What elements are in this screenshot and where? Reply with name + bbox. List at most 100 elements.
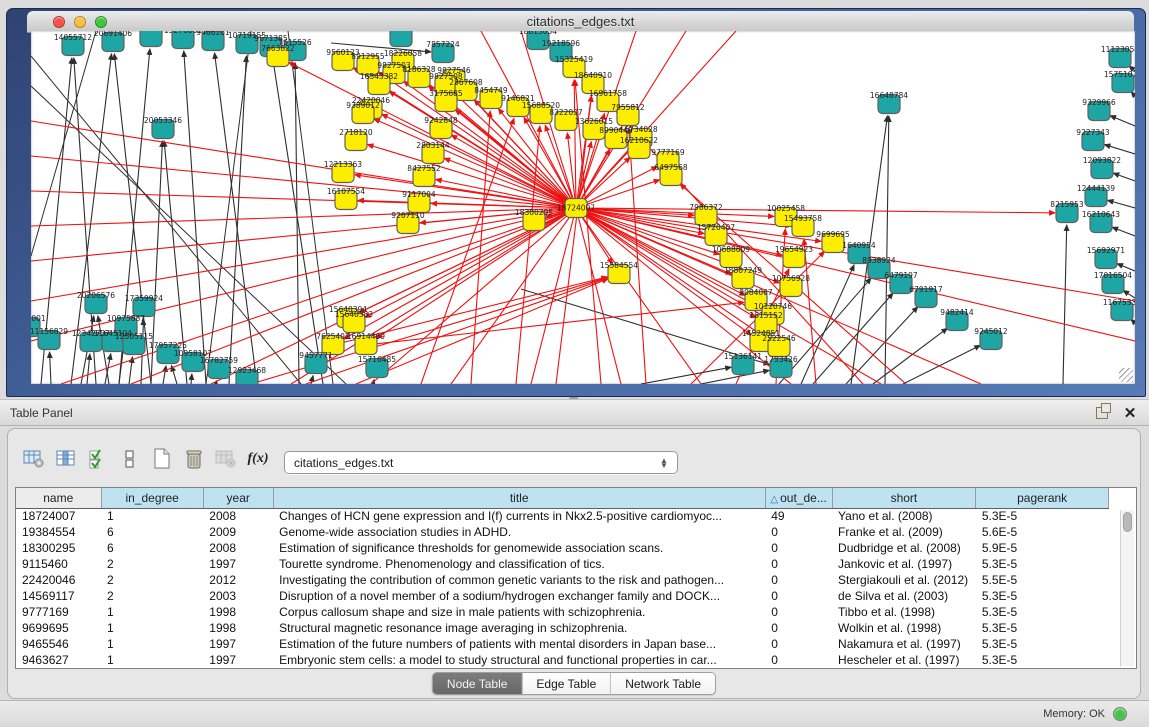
delete-table-icon[interactable] <box>179 445 209 473</box>
graph-edge[interactable] <box>229 56 246 384</box>
status-bar: Memory: OK <box>0 700 1149 727</box>
cell-name: 9115460 <box>16 556 101 572</box>
graph-node-label: 17016504 <box>1094 271 1132 280</box>
cell-short: Franke et al. (2009) <box>832 524 976 540</box>
sort-ascending-icon: △ <box>770 494 778 505</box>
graph-edge[interactable] <box>1117 264 1135 271</box>
graph-edge[interactable] <box>1113 173 1135 181</box>
graph-edge[interactable] <box>31 156 576 208</box>
graph-edge[interactable] <box>31 208 576 226</box>
table-row[interactable]: 946554611997Estimation of the future num… <box>16 636 1109 652</box>
select-columns-icon[interactable] <box>83 445 113 473</box>
graph-node-label: 9242848 <box>424 116 458 125</box>
cell-pagerank: 5.3E-5 <box>976 508 1109 524</box>
table-toolbar: f(x) <box>18 443 274 475</box>
table-row[interactable]: 969969511998Structural magnetic resonanc… <box>16 620 1109 636</box>
network-canvas[interactable]: 1405571220691406106532871527606294661611… <box>31 31 1135 384</box>
graph-edge[interactable] <box>1112 227 1135 236</box>
row-height-icon[interactable] <box>115 445 145 473</box>
scrollbar-thumb[interactable] <box>1123 512 1132 532</box>
graph-edge[interactable] <box>576 208 1135 341</box>
graph-edge[interactable] <box>184 51 206 384</box>
table-row[interactable]: 1938455462009Genome-wide association stu… <box>16 524 1109 540</box>
graph-edge[interactable] <box>1104 145 1135 154</box>
graph-edge[interactable] <box>1063 225 1067 384</box>
cell-out_degree: 0 <box>765 620 832 636</box>
cell-year: 2009 <box>203 524 273 540</box>
graph-node-label: 6791917 <box>909 285 943 294</box>
table-row[interactable]: 1872400712008Changes of HCN gene express… <box>16 508 1109 524</box>
graph-node-label: 6497568 <box>654 163 688 172</box>
graph-node-label: 8938924 <box>862 256 896 265</box>
cell-year: 2008 <box>203 508 273 524</box>
column-header-short[interactable]: short <box>832 488 976 508</box>
new-table-icon[interactable] <box>147 445 177 473</box>
column-header-name[interactable]: name <box>16 488 101 508</box>
graph-edge[interactable] <box>629 128 646 384</box>
cell-name: 9465546 <box>16 636 101 652</box>
graph-node-label: 9482414 <box>940 308 974 317</box>
table-vertical-scrollbar[interactable] <box>1120 510 1134 666</box>
graph-node[interactable] <box>390 31 412 47</box>
graph-node-label: 7857224 <box>426 40 460 49</box>
table-row[interactable]: 911546021997Tourette syndrome. Phenomeno… <box>16 556 1109 572</box>
column-header-out_degree[interactable]: △out_de... <box>765 488 832 508</box>
cell-short: Dudbridge et al. (2008) <box>832 540 976 556</box>
graph-edge[interactable] <box>171 365 177 384</box>
graph-edge[interactable] <box>356 279 608 384</box>
cell-in_degree: 2 <box>101 572 203 588</box>
function-builder-icon[interactable]: f(x) <box>243 445 273 473</box>
column-header-year[interactable]: year <box>203 488 273 508</box>
cell-title: Structural magnetic resonance image aver… <box>273 620 765 636</box>
tab-node-table[interactable]: Node Table <box>433 673 522 694</box>
table-panel-header: Table Panel ✕ <box>0 399 1149 426</box>
graph-edge[interactable] <box>191 374 192 384</box>
graph-edge[interactable] <box>576 208 791 226</box>
graph-edge[interactable] <box>641 367 731 384</box>
graph-edge[interactable] <box>163 366 166 384</box>
graph-edge[interactable] <box>516 126 540 384</box>
window-resize-grip[interactable] <box>1119 368 1133 382</box>
column-header-pagerank[interactable]: pagerank <box>976 488 1109 508</box>
float-panel-icon[interactable] <box>1093 405 1111 421</box>
graph-node[interactable] <box>140 31 162 47</box>
close-panel-icon[interactable]: ✕ <box>1121 405 1139 421</box>
graph-edge[interactable] <box>311 376 313 384</box>
table-row[interactable]: 2242004622012Investigating the contribut… <box>16 572 1109 588</box>
window-titlebar[interactable]: citations_edges.txt <box>27 11 1134 33</box>
table-body: 1872400712008Changes of HCN gene express… <box>16 508 1109 668</box>
tab-network-table[interactable]: Network Table <box>610 673 715 694</box>
table-selector-dropdown[interactable]: citations_edges.txt ▲▼ <box>284 451 678 474</box>
graph-edge[interactable] <box>366 302 744 345</box>
graph-edge[interactable] <box>291 208 576 384</box>
table-row[interactable]: 1830029562008Estimation of significance … <box>16 540 1109 556</box>
graph-edge[interactable] <box>1110 116 1135 126</box>
show-columns-icon[interactable] <box>51 445 81 473</box>
graph-node-label: 9245012 <box>974 327 1008 336</box>
column-header-title[interactable]: title <box>273 488 765 508</box>
graph-edge[interactable] <box>1123 290 1135 298</box>
graph-edge[interactable] <box>873 328 947 384</box>
cell-pagerank: 5.3E-5 <box>976 588 1109 604</box>
graph-node-label: 12444139 <box>1077 184 1115 193</box>
graph-node-label: 16648784 <box>870 91 908 100</box>
table-row[interactable]: 946362711997Embryonic stem cells: a mode… <box>16 652 1109 668</box>
cell-short: Nakamura et al. (1997) <box>832 636 976 652</box>
graph-node-label: 20206576 <box>77 291 115 300</box>
graph-edge[interactable] <box>31 121 576 208</box>
table-row[interactable]: 1456911722003Disruption of a novel membe… <box>16 588 1109 604</box>
graph-edge[interactable] <box>87 354 90 384</box>
graph-edge[interactable] <box>50 352 51 384</box>
column-header-in_degree[interactable]: in_degree <box>101 488 203 508</box>
table-settings-icon[interactable] <box>19 445 49 473</box>
tab-edge-table[interactable]: Edge Table <box>521 673 610 694</box>
graph-edge[interactable] <box>1108 200 1135 208</box>
cell-in_degree: 2 <box>101 556 203 572</box>
graph-node-label: 9267110 <box>391 211 425 220</box>
graph-edge[interactable] <box>531 208 576 384</box>
table-row[interactable]: 977716911998Corpus callosum shape and si… <box>16 604 1109 620</box>
graph-edge[interactable] <box>574 80 576 208</box>
memory-status-indicator[interactable] <box>1113 707 1127 721</box>
graph-node-label: 9389012 <box>346 101 380 110</box>
graph-node-label: 9117004 <box>402 190 436 199</box>
